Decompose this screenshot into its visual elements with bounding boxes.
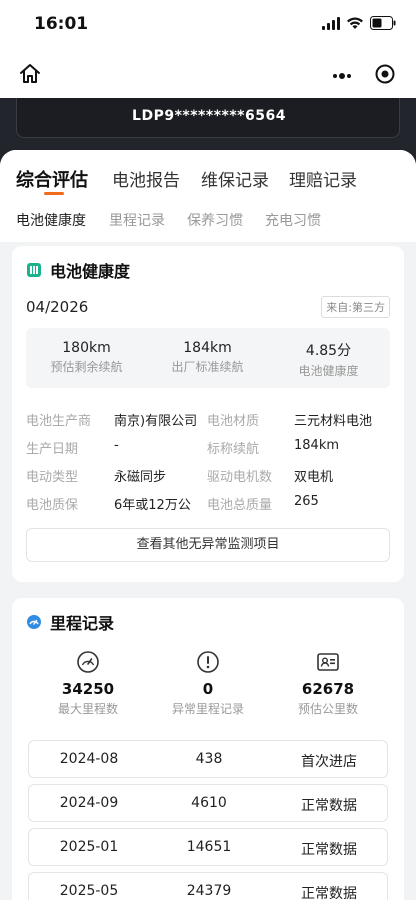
- record-date: 2024-09: [59, 795, 119, 811]
- metric-health-score: 4.85分 电池健康度: [268, 340, 389, 379]
- metric-remaining-range: 180km 预估剩余续航: [26, 340, 147, 375]
- id-card-icon: [316, 650, 340, 674]
- info-value: -: [114, 438, 119, 453]
- close-miniprogram-icon[interactable]: [374, 63, 396, 85]
- info-row: 电池质保 6年或12万公 电池总质量 265: [26, 490, 396, 518]
- info-label: 电池总质量: [207, 498, 273, 513]
- info-value: 双电机: [294, 470, 334, 485]
- record-date: 2024-08: [59, 751, 119, 767]
- subtab-battery-health[interactable]: 电池健康度: [16, 210, 86, 230]
- wifi-icon: [346, 16, 364, 30]
- home-icon[interactable]: [18, 62, 42, 86]
- stat-label: 最大里程数: [57, 702, 118, 716]
- source-badge: 来自:第三方: [321, 296, 390, 318]
- vin-text: LDP9*********6564: [132, 108, 286, 124]
- info-row: 生产日期 - 标称续航 184km: [26, 434, 396, 462]
- stat-estimated-km: 62678 预估公里数: [263, 650, 393, 717]
- vin-box: LDP9*********6564: [16, 98, 400, 138]
- view-other-checks-button[interactable]: 查看其他无异常监测项目: [26, 528, 390, 562]
- record-status: 正常数据: [301, 798, 357, 814]
- metric-label: 预估剩余续航: [50, 360, 123, 374]
- alert-icon: [196, 650, 220, 674]
- active-tab-indicator: [44, 192, 64, 195]
- record-date: 2025-05: [59, 883, 119, 899]
- mileage-record-row[interactable]: 2024-09 4610 正常数据: [28, 784, 388, 822]
- metric-value: 180km: [62, 340, 111, 356]
- info-value: 6年或12万公: [114, 498, 191, 513]
- info-value: 南京)有限公司: [114, 414, 198, 429]
- report-date: 04/2026: [26, 298, 89, 316]
- info-label: 驱动电机数: [207, 470, 273, 485]
- record-status: 首次进店: [301, 754, 357, 770]
- battery-health-card: 电池健康度 04/2026 来自:第三方 180km 预估剩余续航 184km …: [12, 246, 404, 582]
- more-options-icon[interactable]: [330, 67, 354, 79]
- info-label: 电池质保: [26, 498, 79, 513]
- info-value: 三元材料电池: [294, 414, 373, 429]
- tab-maintenance[interactable]: 维保记录: [201, 166, 269, 191]
- tab-overall[interactable]: 综合评估: [16, 166, 88, 192]
- battery-health-icon: [27, 263, 41, 277]
- battery-section-header: 电池健康度: [26, 258, 130, 282]
- stat-max-mileage: 34250 最大里程数: [23, 650, 153, 717]
- metric-label: 出厂标准续航: [171, 360, 244, 374]
- metric-value: 184km: [183, 340, 232, 356]
- record-status: 正常数据: [301, 842, 357, 858]
- subtab-maintenance-habits[interactable]: 保养习惯: [187, 210, 243, 230]
- mileage-record-row[interactable]: 2024-08 438 首次进店: [28, 740, 388, 778]
- stat-value: 62678: [301, 680, 355, 698]
- info-label: 电动类型: [26, 470, 79, 485]
- stat-label: 异常里程记录: [171, 702, 244, 716]
- sub-tabs: 电池健康度 里程记录 保养习惯 充电习惯: [0, 202, 416, 242]
- record-status: 正常数据: [301, 886, 357, 900]
- status-time: 16:01: [34, 14, 89, 34]
- mileage-card: 里程记录 34250 最大里程数 0 异常里程记录 62678 预估公里数 20…: [12, 598, 404, 900]
- info-row: 电动类型 永磁同步 驱动电机数 双电机: [26, 462, 396, 490]
- stat-label: 预估公里数: [297, 702, 358, 716]
- status-bar: 16:01: [0, 0, 416, 50]
- info-label: 标称续航: [207, 442, 260, 457]
- battery-section-title: 电池健康度: [50, 262, 131, 281]
- stat-value: 34250: [61, 680, 115, 698]
- info-value: 184km: [294, 438, 340, 453]
- record-km: 4610: [191, 795, 227, 811]
- status-icons: [322, 16, 396, 30]
- tab-claims[interactable]: 理赔记录: [289, 166, 357, 191]
- tab-battery-report[interactable]: 电池报告: [112, 166, 180, 191]
- mileage-icon: [27, 615, 41, 629]
- metric-label: 电池健康度: [298, 364, 359, 378]
- battery-metrics: 180km 预估剩余续航 184km 出厂标准续航 4.85分 电池健康度: [26, 328, 390, 388]
- stat-value: 0: [202, 680, 214, 698]
- mileage-section-title: 里程记录: [50, 614, 115, 633]
- record-date: 2025-01: [59, 839, 119, 855]
- stat-abnormal-records: 0 异常里程记录: [143, 650, 273, 717]
- info-label: 电池生产商: [26, 414, 92, 429]
- subtab-charging-habits[interactable]: 充电习惯: [265, 210, 321, 230]
- signal-icon: [322, 16, 340, 30]
- info-label: 电池材质: [207, 414, 260, 429]
- mileage-section-header: 里程记录: [26, 610, 114, 634]
- metric-factory-range: 184km 出厂标准续航: [147, 340, 268, 375]
- battery-info-grid: 电池生产商 南京)有限公司 电池材质 三元材料电池 生产日期 - 标称续航 18…: [26, 406, 396, 518]
- mileage-record-row[interactable]: 2025-05 24379 正常数据: [28, 872, 388, 900]
- main-tabs: 综合评估 电池报告 维保记录 理赔记录: [0, 150, 416, 202]
- info-value: 265: [294, 494, 319, 509]
- subtab-mileage[interactable]: 里程记录: [109, 210, 165, 230]
- battery-icon: [370, 16, 396, 30]
- info-row: 电池生产商 南京)有限公司 电池材质 三元材料电池: [26, 406, 396, 434]
- record-km: 24379: [186, 883, 232, 899]
- info-label: 生产日期: [26, 442, 79, 457]
- metric-value: 4.85分: [305, 343, 352, 359]
- info-value: 永磁同步: [114, 470, 167, 485]
- nav-bar: [0, 50, 416, 98]
- report-panel: 综合评估 电池报告 维保记录 理赔记录 电池健康度 里程记录 保养习惯 充电习惯…: [0, 150, 416, 900]
- gauge-icon: [76, 650, 100, 674]
- mileage-record-row[interactable]: 2025-01 14651 正常数据: [28, 828, 388, 866]
- record-km: 438: [195, 751, 223, 767]
- record-km: 14651: [186, 839, 232, 855]
